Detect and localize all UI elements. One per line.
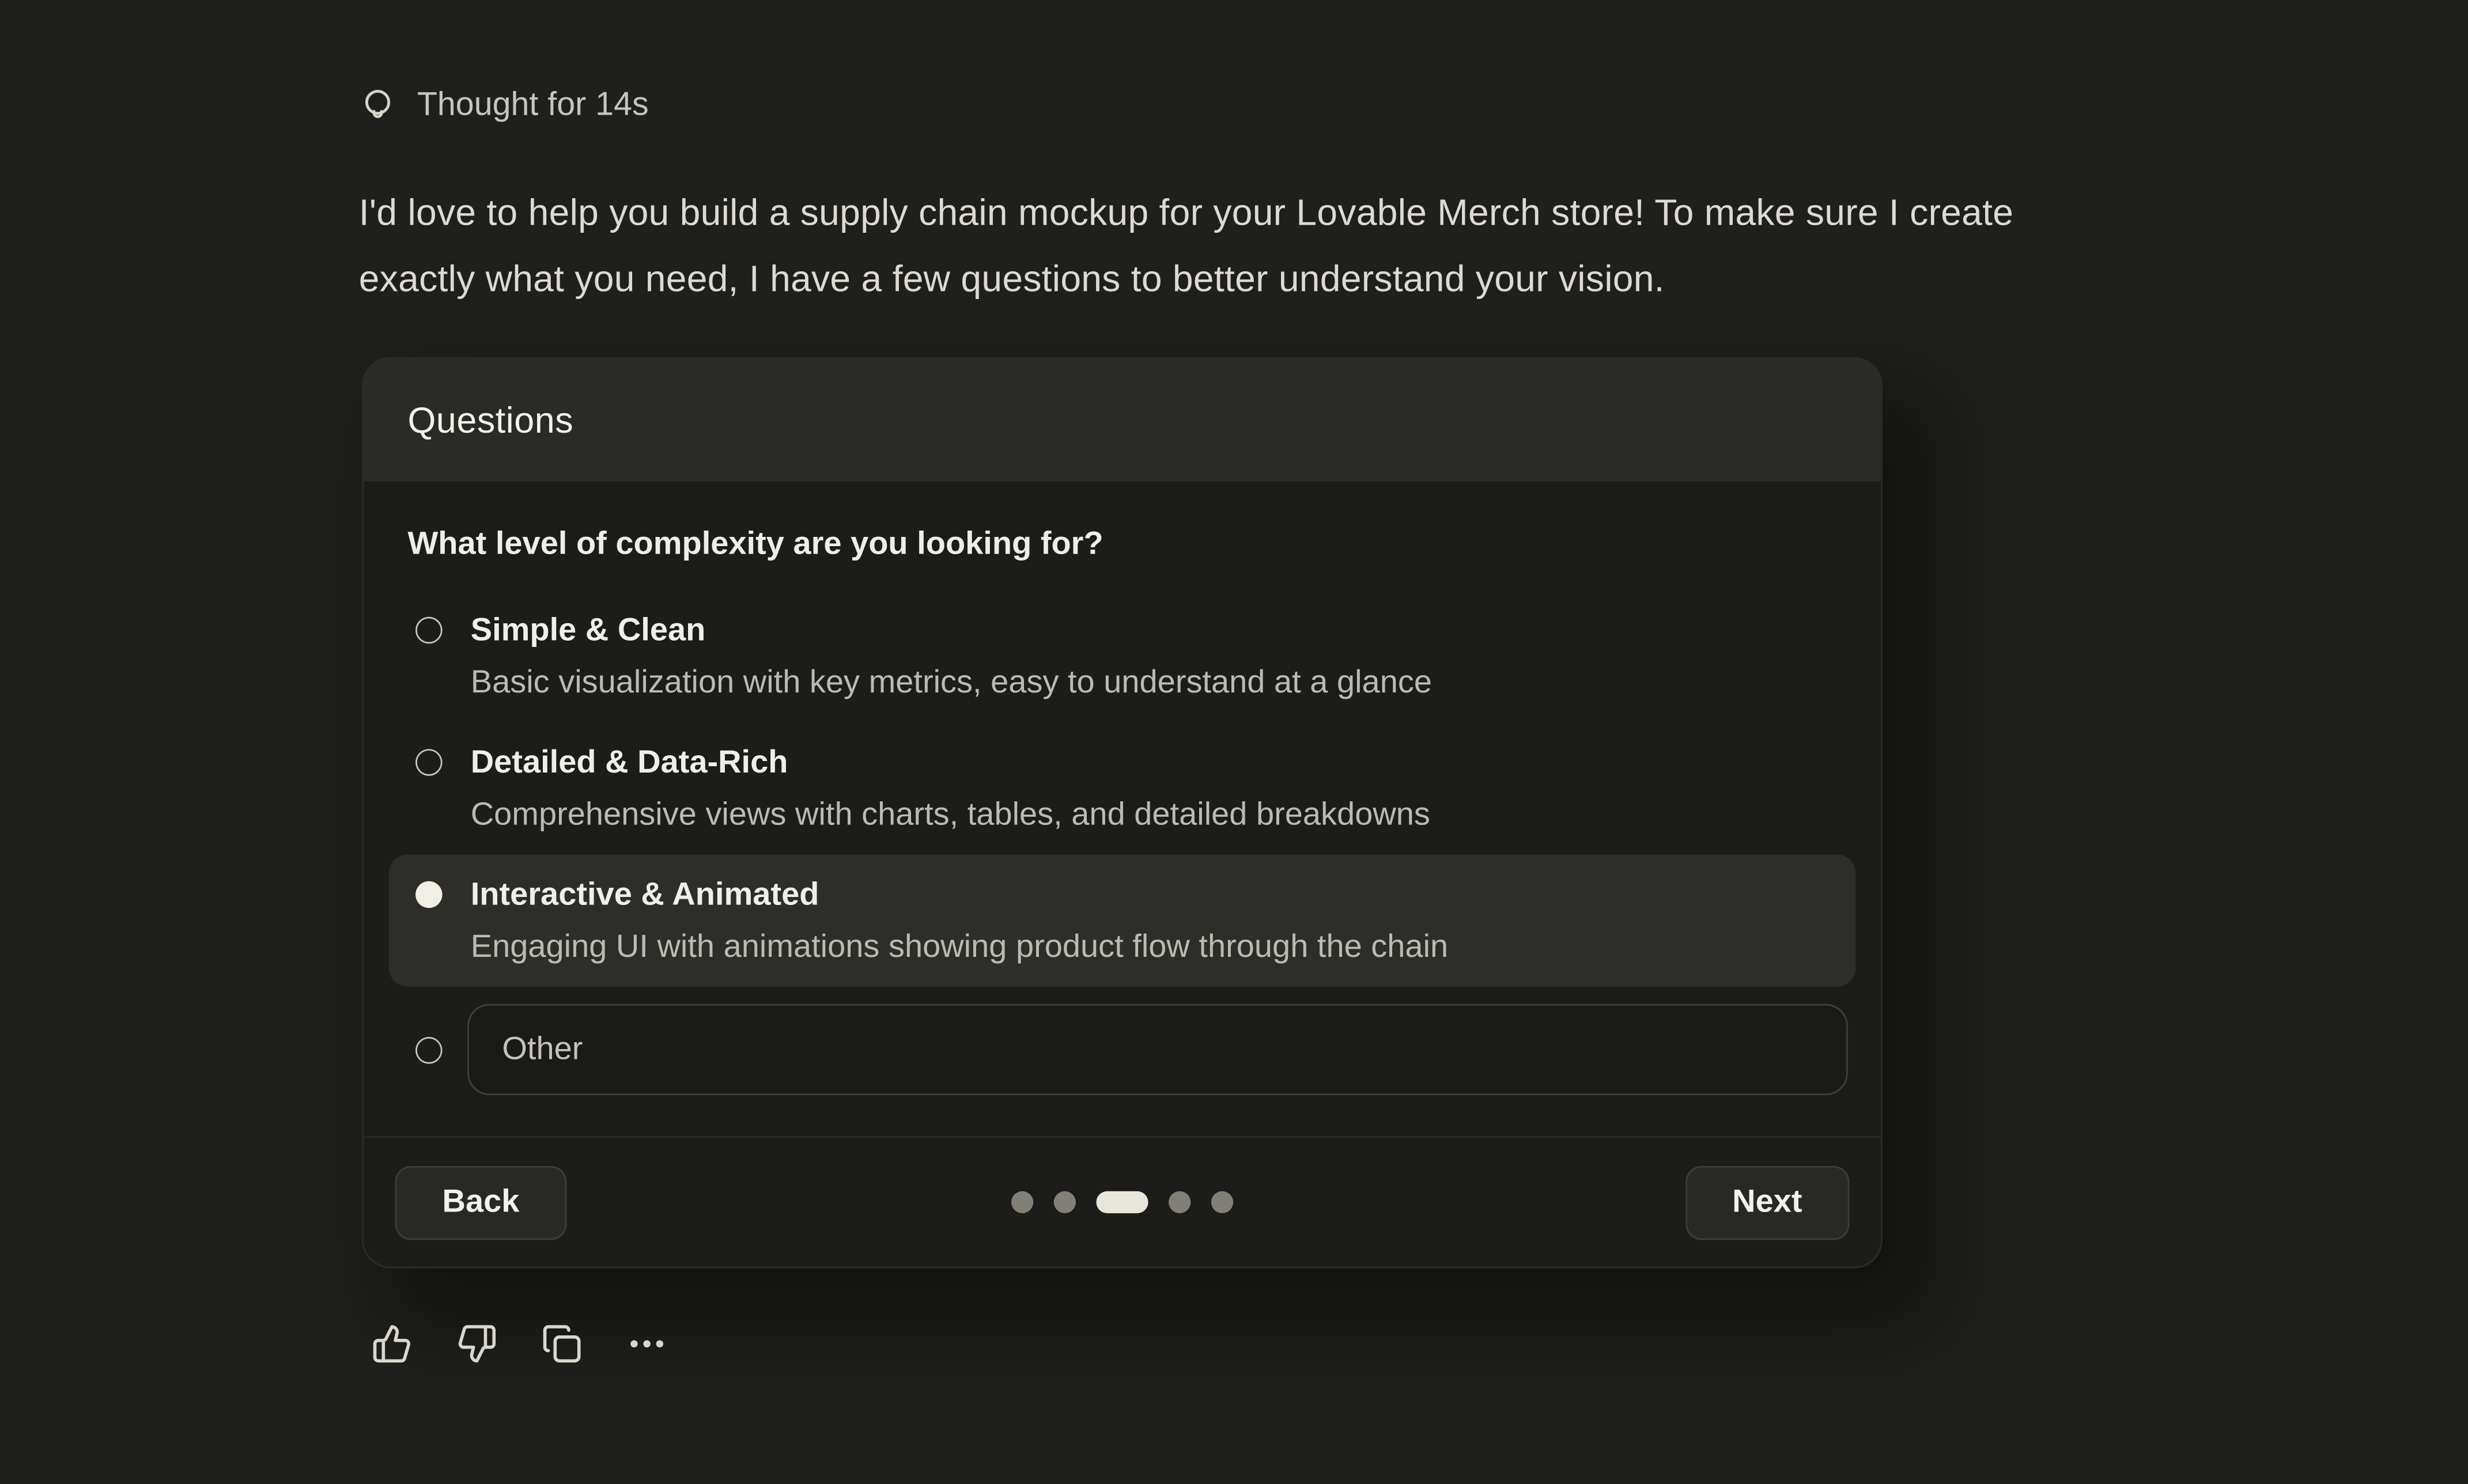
radio-unchecked-icon[interactable] xyxy=(415,749,442,775)
thumbs-down-icon xyxy=(456,1323,497,1364)
copy-icon xyxy=(542,1323,583,1364)
more-options-icon xyxy=(626,1323,667,1364)
message-line-1: I'd love to help you build a supply chai… xyxy=(359,179,2248,245)
questions-card-footer: Back Next xyxy=(364,1136,1881,1267)
progress-dots xyxy=(1011,1191,1233,1213)
option-simple-clean[interactable]: Simple & Clean Basic visualization with … xyxy=(389,590,1856,722)
questions-card-body: What level of complexity are you looking… xyxy=(364,518,1881,1095)
next-button[interactable]: Next xyxy=(1685,1165,1849,1239)
question-text: What level of complexity are you looking… xyxy=(407,518,1836,571)
option-description: Engaging UI with animations showing prod… xyxy=(471,921,1448,972)
option-description: Basic visualization with key metrics, ea… xyxy=(471,656,1432,708)
chat-message-view: Thought for 14s I'd love to help you bui… xyxy=(0,0,2468,1484)
thought-duration-label: Thought for 14s xyxy=(417,85,649,126)
more-options-button[interactable] xyxy=(626,1323,667,1364)
copy-button[interactable] xyxy=(542,1323,583,1364)
thumbs-down-button[interactable] xyxy=(456,1323,497,1364)
thumbs-up-button[interactable] xyxy=(372,1323,413,1364)
message-line-2: exactly what you need, I have a few ques… xyxy=(359,245,2248,312)
radio-checked-icon[interactable] xyxy=(415,881,442,908)
option-text: Interactive & Animated Engaging UI with … xyxy=(471,869,1448,972)
progress-dot xyxy=(1054,1191,1076,1213)
message-actions xyxy=(372,1323,668,1364)
thumbs-up-icon xyxy=(372,1323,413,1364)
assistant-message: I'd love to help you build a supply chai… xyxy=(359,179,2248,311)
thought-toggle[interactable]: Thought for 14s xyxy=(359,85,649,126)
option-label: Simple & Clean xyxy=(471,604,1432,656)
progress-dot xyxy=(1169,1191,1190,1213)
option-text: Detailed & Data-Rich Comprehensive views… xyxy=(471,736,1430,840)
questions-card-header: Questions xyxy=(364,359,1881,483)
progress-dot-active xyxy=(1096,1191,1148,1213)
other-input[interactable] xyxy=(467,1004,1848,1095)
progress-dot xyxy=(1211,1191,1233,1213)
card-title: Questions xyxy=(407,399,573,441)
option-interactive-animated[interactable]: Interactive & Animated Engaging UI with … xyxy=(389,854,1856,986)
progress-dot xyxy=(1011,1191,1033,1213)
questions-card: Questions What level of complexity are y… xyxy=(362,357,1883,1269)
option-detailed-data-rich[interactable]: Detailed & Data-Rich Comprehensive views… xyxy=(389,722,1856,854)
option-label: Detailed & Data-Rich xyxy=(471,736,1430,788)
option-label: Interactive & Animated xyxy=(471,869,1448,921)
radio-unchecked-icon[interactable] xyxy=(415,617,442,643)
option-other[interactable] xyxy=(389,1004,1856,1095)
back-button[interactable]: Back xyxy=(395,1165,567,1239)
option-description: Comprehensive views with charts, tables,… xyxy=(471,788,1430,840)
radio-unchecked-icon[interactable] xyxy=(415,1036,442,1063)
lightbulb-icon xyxy=(359,86,397,124)
option-text: Simple & Clean Basic visualization with … xyxy=(471,604,1432,708)
